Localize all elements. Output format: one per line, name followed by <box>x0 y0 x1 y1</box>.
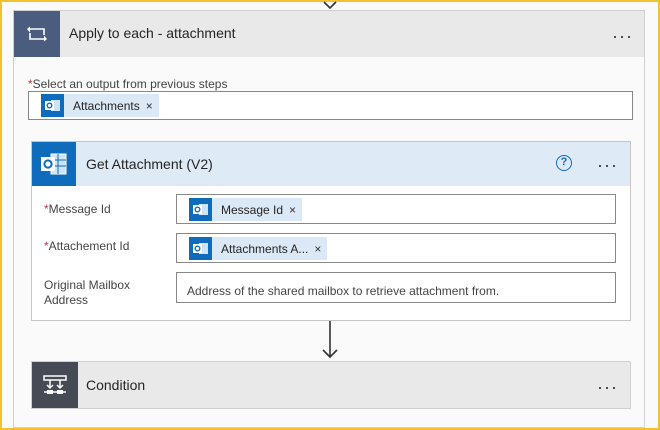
message-id-label-text: Message Id <box>48 202 111 216</box>
message-id-label: *Message Id <box>44 202 111 217</box>
remove-token-icon[interactable]: × <box>146 99 159 113</box>
mailbox-label-line2: Address <box>44 293 89 307</box>
outlook-icon <box>32 142 76 186</box>
remove-token-icon[interactable]: × <box>314 242 327 256</box>
message-id-input[interactable]: Message Id × <box>176 194 616 224</box>
attachment-id-label: *Attachement Id <box>44 239 129 254</box>
loop-title: Apply to each - attachment <box>69 25 236 41</box>
condition-title: Condition <box>86 377 146 393</box>
message-id-token[interactable]: Message Id × <box>189 198 303 221</box>
condition-card[interactable]: Condition ··· <box>31 361 631 409</box>
mailbox-label-line1: Original Mailbox <box>44 278 131 292</box>
select-output-input[interactable]: Attachments × <box>28 91 633 120</box>
select-output-label-text: Select an output from previous steps <box>32 77 228 91</box>
message-id-token-label: Message Id <box>221 202 284 217</box>
condition-icon <box>32 362 78 408</box>
arrow-down-icon <box>322 321 338 359</box>
action-menu-button[interactable]: ··· <box>597 156 618 174</box>
mailbox-placeholder: Address of the shared mailbox to retriev… <box>187 284 500 298</box>
attachments-token-label: Attachments <box>73 98 140 113</box>
action-header[interactable]: Get Attachment (V2) ? ··· <box>32 142 630 186</box>
outlook-icon <box>189 198 212 221</box>
get-attachment-card: Get Attachment (V2) ? ··· *Message Id Me… <box>31 141 631 321</box>
loop-menu-button[interactable]: ··· <box>612 27 633 45</box>
attachment-id-label-text: Attachement Id <box>48 239 130 253</box>
help-icon[interactable]: ? <box>556 155 572 171</box>
remove-token-icon[interactable]: × <box>289 203 302 217</box>
attachment-id-token[interactable]: Attachments A... × <box>189 237 328 260</box>
mailbox-label: Original Mailbox Address <box>44 278 130 308</box>
mailbox-input[interactable]: Address of the shared mailbox to retriev… <box>176 272 616 303</box>
action-title: Get Attachment (V2) <box>86 156 213 172</box>
outlook-icon <box>189 237 212 260</box>
condition-menu-button[interactable]: ··· <box>597 378 618 396</box>
outlook-icon <box>41 94 64 117</box>
apply-to-each-card: Apply to each - attachment ··· *Select a… <box>13 10 645 428</box>
select-output-label: *Select an output from previous steps <box>28 77 227 91</box>
loop-header[interactable]: Apply to each - attachment ··· <box>14 11 644 57</box>
attachment-id-input[interactable]: Attachments A... × <box>176 233 616 263</box>
attachment-id-token-label: Attachments A... <box>221 241 309 256</box>
attachments-token[interactable]: Attachments × <box>41 94 159 117</box>
loop-icon <box>14 11 60 57</box>
